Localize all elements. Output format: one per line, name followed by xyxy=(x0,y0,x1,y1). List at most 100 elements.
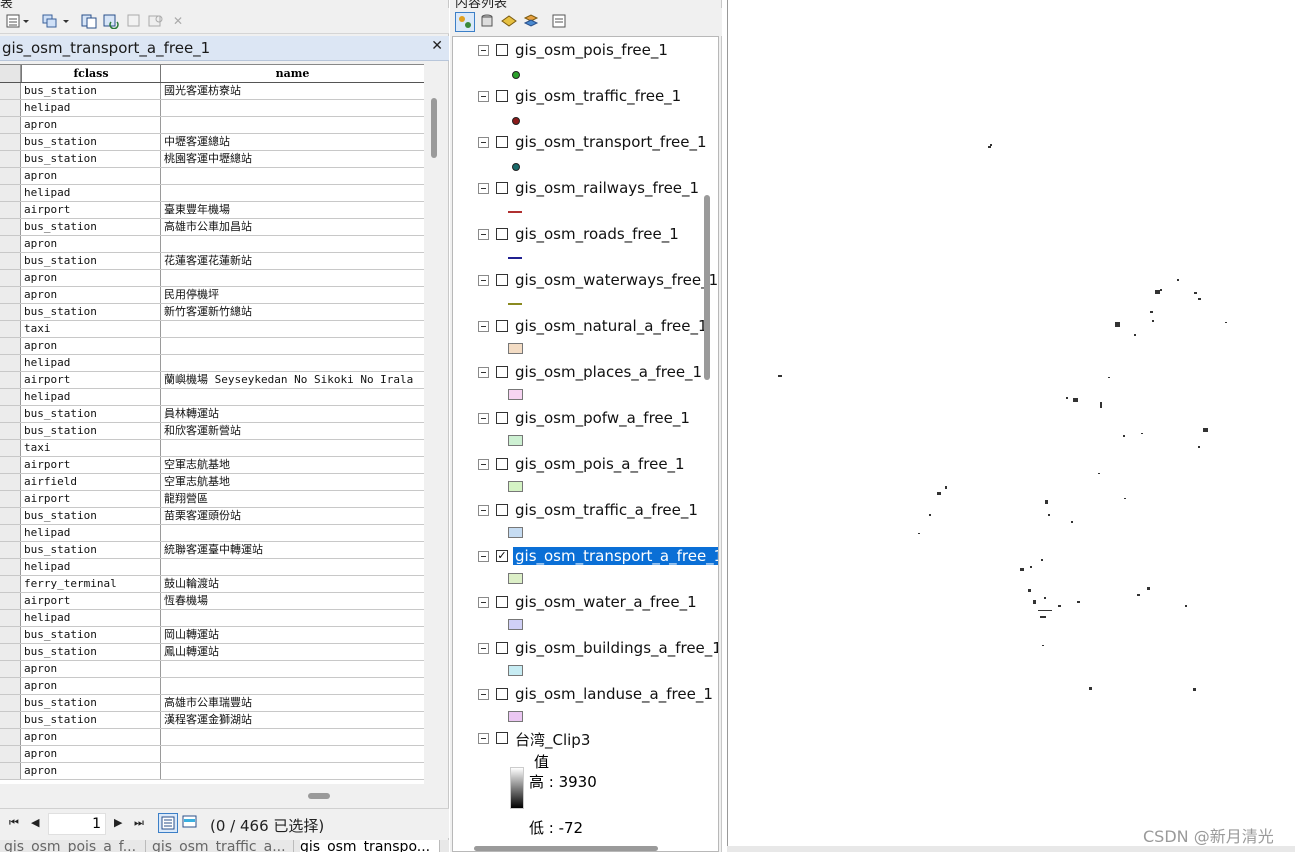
row-selector[interactable] xyxy=(0,100,21,116)
previous-record-icon[interactable]: ◀ xyxy=(31,816,39,829)
row-selector[interactable] xyxy=(0,610,21,626)
cell-name[interactable] xyxy=(161,270,424,286)
row-selector[interactable] xyxy=(0,117,21,133)
expand-collapse-icon[interactable] xyxy=(478,183,489,194)
row-selector[interactable] xyxy=(0,185,21,201)
row-selector[interactable] xyxy=(0,576,21,592)
point-symbol-icon[interactable] xyxy=(512,163,520,171)
cell-fclass[interactable]: helipad xyxy=(21,355,161,371)
row-selector[interactable] xyxy=(0,593,21,609)
layer-visibility-checkbox[interactable] xyxy=(496,688,508,700)
layer-item[interactable]: gis_osm_natural_a_free_1 xyxy=(453,315,713,361)
layer-name[interactable]: gis_osm_landuse_a_free_1 xyxy=(515,685,713,703)
table-row[interactable]: apron xyxy=(0,746,424,763)
cell-fclass[interactable]: helipad xyxy=(21,559,161,575)
row-selector[interactable] xyxy=(0,627,21,643)
table-options-icon[interactable] xyxy=(4,12,32,30)
layer-item[interactable]: gis_osm_buildings_a_free_1 xyxy=(453,637,718,683)
related-tables-icon[interactable] xyxy=(40,12,72,30)
table-row[interactable]: apron xyxy=(0,763,424,780)
polygon-symbol-icon[interactable] xyxy=(508,573,523,584)
layer-name[interactable]: gis_osm_pofw_a_free_1 xyxy=(515,409,690,427)
next-record-icon[interactable]: ▶ xyxy=(114,816,122,829)
expand-collapse-icon[interactable] xyxy=(478,321,489,332)
cell-fclass[interactable]: bus_station xyxy=(21,695,161,711)
row-selector[interactable] xyxy=(0,712,21,728)
table-row[interactable]: helipad xyxy=(0,355,424,372)
cell-name[interactable] xyxy=(161,763,424,779)
expand-collapse-icon[interactable] xyxy=(478,689,489,700)
cell-fclass[interactable]: bus_station xyxy=(21,253,161,269)
cell-fclass[interactable]: apron xyxy=(21,746,161,762)
cell-fclass[interactable]: airport xyxy=(21,491,161,507)
table-row[interactable]: apron xyxy=(0,338,424,355)
row-selector[interactable] xyxy=(0,83,21,99)
cell-name[interactable] xyxy=(161,355,424,371)
row-selector[interactable] xyxy=(0,508,21,524)
row-selector[interactable] xyxy=(0,661,21,677)
expand-collapse-icon[interactable] xyxy=(478,643,489,654)
cell-fclass[interactable]: apron xyxy=(21,287,161,303)
row-selector[interactable] xyxy=(0,355,21,371)
table-vertical-scrollbar[interactable] xyxy=(424,64,444,784)
table-row[interactable]: taxi xyxy=(0,321,424,338)
cell-name[interactable] xyxy=(161,117,424,133)
cell-name[interactable] xyxy=(161,321,424,337)
polygon-symbol-icon[interactable] xyxy=(508,435,523,446)
table-row[interactable]: airport 龍翔營區 xyxy=(0,491,424,508)
table-row[interactable]: helipad xyxy=(0,185,424,202)
layer-name[interactable]: 台湾_Clip3 xyxy=(515,729,590,750)
cell-name[interactable]: 漢程客運金獅湖站 xyxy=(161,712,424,728)
row-selector[interactable] xyxy=(0,542,21,558)
expand-collapse-icon[interactable] xyxy=(478,91,489,102)
expand-collapse-icon[interactable] xyxy=(478,597,489,608)
row-selector[interactable] xyxy=(0,406,21,422)
expand-collapse-icon[interactable] xyxy=(478,137,489,148)
row-selector[interactable] xyxy=(0,729,21,745)
cell-fclass[interactable]: bus_station xyxy=(21,627,161,643)
cell-fclass[interactable]: airport xyxy=(21,372,161,388)
last-record-icon[interactable]: ⏭ xyxy=(134,816,144,830)
row-selector[interactable] xyxy=(0,219,21,235)
table-row[interactable]: bus_station 桃園客運中壢總站 xyxy=(0,151,424,168)
cell-name[interactable] xyxy=(161,746,424,762)
cell-name[interactable]: 和欣客運新營站 xyxy=(161,423,424,439)
layer-item[interactable]: gis_osm_places_a_free_1 xyxy=(453,361,713,407)
expand-collapse-icon[interactable] xyxy=(478,275,489,286)
list-by-source-icon[interactable] xyxy=(478,12,498,32)
layer-name[interactable]: gis_osm_transport_a_free_1 xyxy=(513,547,718,565)
cell-fclass[interactable]: bus_station xyxy=(21,151,161,167)
table-row[interactable]: bus_station 中壢客運總站 xyxy=(0,134,424,151)
cell-fclass[interactable]: bus_station xyxy=(21,712,161,728)
cell-name[interactable]: 中壢客運總站 xyxy=(161,134,424,150)
cell-name[interactable] xyxy=(161,236,424,252)
show-selected-records-button[interactable] xyxy=(181,814,199,830)
cell-name[interactable]: 苗栗客運頭份站 xyxy=(161,508,424,524)
layer-visibility-checkbox[interactable] xyxy=(496,136,508,148)
table-tab[interactable]: gis_osm_transport_a_free_1 ✕ xyxy=(0,36,449,61)
cell-fclass[interactable]: bus_station xyxy=(21,219,161,235)
cell-name[interactable] xyxy=(161,559,424,575)
clear-selection-icon[interactable] xyxy=(126,12,142,30)
cell-fclass[interactable]: apron xyxy=(21,168,161,184)
cell-fclass[interactable]: apron xyxy=(21,270,161,286)
table-row[interactable]: apron 民用停機坪 xyxy=(0,287,424,304)
cell-fclass[interactable]: taxi xyxy=(21,440,161,456)
row-selector[interactable] xyxy=(0,253,21,269)
table-row[interactable]: apron xyxy=(0,236,424,253)
cell-name[interactable]: 空軍志航基地 xyxy=(161,474,424,490)
layer-name[interactable]: gis_osm_roads_free_1 xyxy=(515,225,679,243)
cell-name[interactable]: 鳳山轉運站 xyxy=(161,644,424,660)
layer-visibility-checkbox[interactable] xyxy=(496,458,508,470)
cell-name[interactable] xyxy=(161,525,424,541)
cell-fclass[interactable]: airport xyxy=(21,593,161,609)
cell-name[interactable] xyxy=(161,185,424,201)
header-corner[interactable] xyxy=(0,65,21,82)
layer-item[interactable]: gis_osm_landuse_a_free_1 xyxy=(453,683,713,729)
table-row[interactable]: apron xyxy=(0,729,424,746)
cell-name[interactable] xyxy=(161,729,424,745)
layer-visibility-checkbox[interactable] xyxy=(496,642,508,654)
cell-name[interactable] xyxy=(161,100,424,116)
row-selector[interactable] xyxy=(0,491,21,507)
layer-visibility-checkbox[interactable] xyxy=(496,366,508,378)
